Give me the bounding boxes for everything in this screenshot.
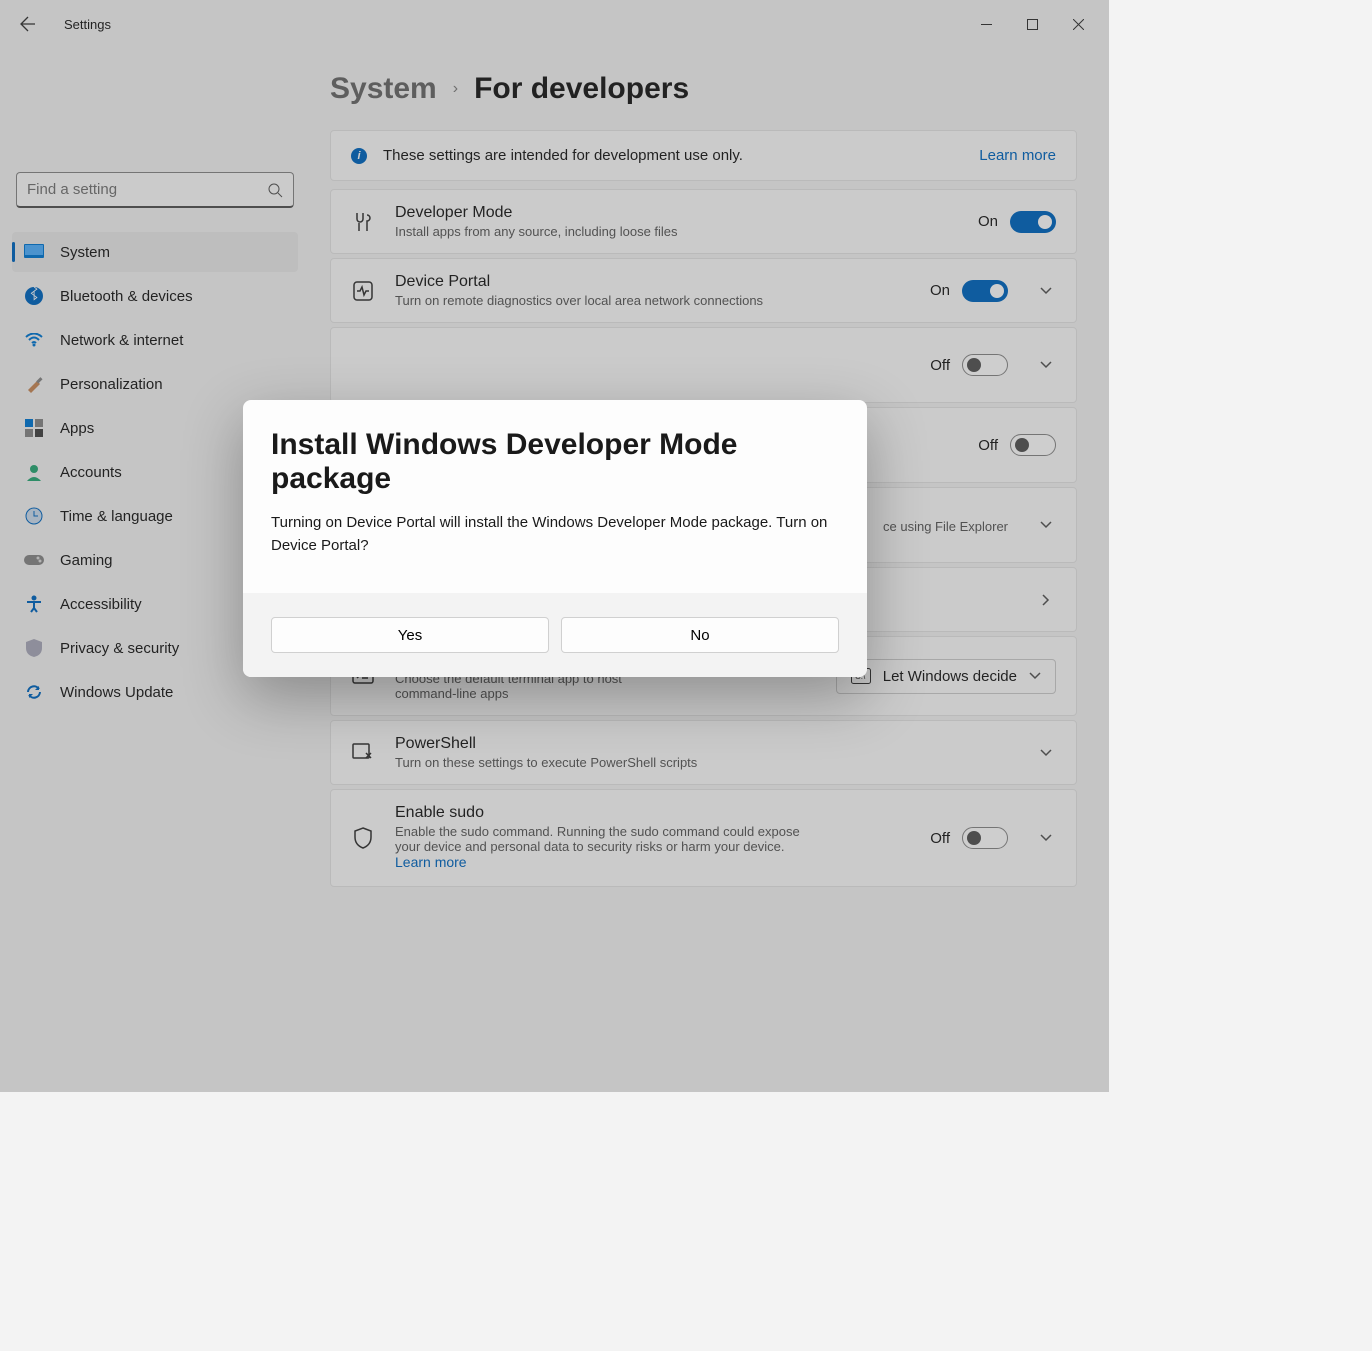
no-button[interactable]: No	[561, 617, 839, 653]
dialog-title: Install Windows Developer Mode package	[271, 428, 839, 496]
confirm-dialog: Install Windows Developer Mode package T…	[243, 400, 867, 677]
dialog-text: Turning on Device Portal will install th…	[271, 512, 839, 557]
modal-overlay: Install Windows Developer Mode package T…	[0, 0, 1109, 1092]
yes-button[interactable]: Yes	[271, 617, 549, 653]
